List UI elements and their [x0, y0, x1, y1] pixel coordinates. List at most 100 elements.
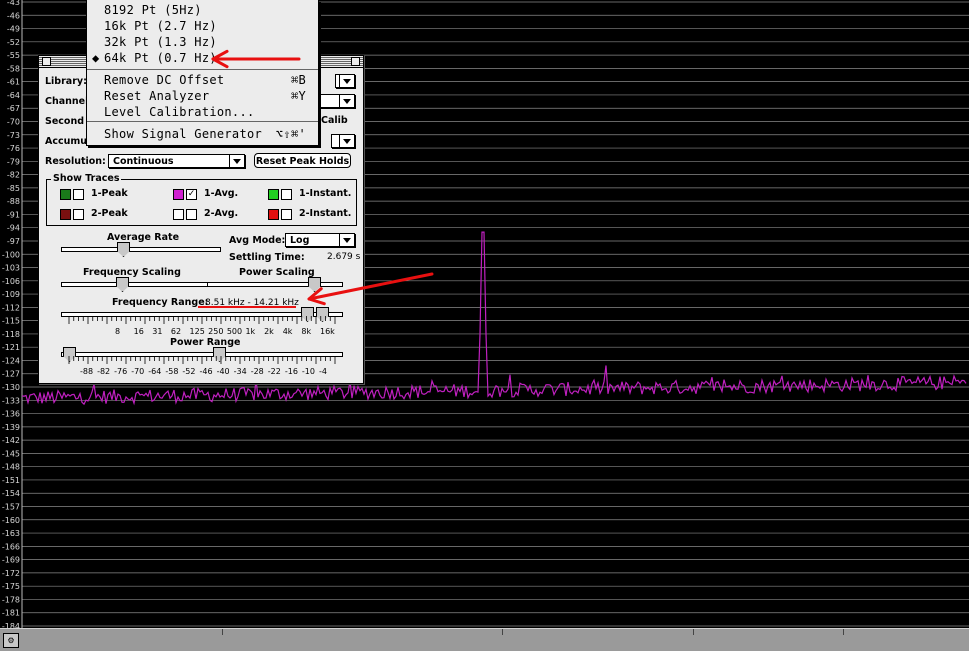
- trace-checkbox[interactable]: [281, 189, 292, 200]
- trace-color-swatch[interactable]: [268, 189, 279, 200]
- y-tick-label: -43: [7, 0, 20, 7]
- average-rate-thumb[interactable]: [117, 242, 130, 257]
- scale-label: -64: [148, 367, 162, 376]
- library-select[interactable]: [335, 74, 355, 88]
- y-tick-label: -157: [2, 503, 20, 512]
- menu-item-label: Level Calibration...: [104, 105, 255, 119]
- trace-checkbox[interactable]: [281, 209, 292, 220]
- y-tick-label: -115: [2, 317, 20, 326]
- calib-label: Calib: [321, 115, 348, 126]
- y-tick-label: -142: [2, 436, 20, 445]
- status-bar: ⚙: [0, 628, 969, 651]
- status-tick: [222, 629, 223, 635]
- y-tick-label: -118: [2, 330, 20, 339]
- avg-mode-select[interactable]: Log: [285, 233, 355, 247]
- menu-item[interactable]: Remove DC Offset ⌘B: [87, 72, 318, 88]
- scale-label: 125: [189, 327, 205, 336]
- channel-select[interactable]: [319, 94, 355, 108]
- y-tick-label: -166: [2, 542, 20, 551]
- resolution-menu: 8192 Pt (5Hz) 16k Pt (2.7 Hz) 32k Pt (1.3 …: [86, 0, 319, 146]
- trace-checkbox[interactable]: [73, 209, 84, 220]
- scale-label: -58: [165, 367, 179, 376]
- power-scaling-thumb[interactable]: [308, 277, 321, 292]
- check-icon: ◆: [92, 51, 100, 65]
- y-tick-label: -46: [7, 11, 20, 20]
- scale-label: 16: [133, 327, 144, 336]
- close-box-icon[interactable]: [42, 57, 51, 66]
- resolution-value: Continuous: [113, 156, 174, 167]
- scale-label: 1k: [245, 327, 256, 336]
- scale-label: 8k: [301, 327, 312, 336]
- trace-color-swatch[interactable]: [60, 209, 71, 220]
- trace-color-swatch[interactable]: [173, 209, 184, 220]
- trace-checkbox[interactable]: [73, 189, 84, 200]
- zoom-box-icon[interactable]: [351, 57, 360, 66]
- trace-color-swatch[interactable]: [60, 189, 71, 200]
- avg-mode-value: Log: [290, 235, 310, 246]
- resolution-select[interactable]: Continuous: [108, 154, 245, 168]
- menu-item[interactable]: Level Calibration...: [87, 104, 318, 120]
- menu-shortcut: ⌘Y: [290, 89, 306, 103]
- y-tick-label: -154: [2, 489, 20, 498]
- y-tick-label: -73: [7, 131, 20, 140]
- show-traces-label: Show Traces: [51, 173, 122, 184]
- reset-peak-holds-button[interactable]: Reset Peak Holds: [254, 153, 351, 168]
- menu-item[interactable]: Reset Analyzer ⌘Y: [87, 88, 318, 104]
- y-tick-label: -139: [2, 423, 20, 432]
- y-tick-label: -145: [2, 449, 20, 458]
- y-tick-label: -97: [7, 237, 20, 246]
- y-tick-label: -103: [2, 264, 20, 273]
- scale-label: 62: [170, 327, 182, 336]
- y-tick-label: -64: [7, 91, 20, 100]
- y-tick-label: -112: [2, 303, 20, 312]
- scale-label: 250: [208, 327, 224, 336]
- y-axis-labels: -43 -46 -49 -52 -55 -58 -61 -64 -67 -70 -73 -76 -79 -…: [2, 0, 20, 631]
- status-icon[interactable]: ⚙: [3, 633, 19, 648]
- scale-label: 500: [226, 327, 243, 336]
- y-tick-label: -100: [2, 250, 20, 259]
- menu-item[interactable]: 8192 Pt (5Hz): [87, 2, 318, 18]
- y-tick-label: -175: [2, 582, 20, 591]
- y-tick-label: -151: [2, 476, 20, 485]
- frequency-scaling-slider[interactable]: [61, 282, 213, 287]
- y-tick-label: -52: [7, 38, 20, 47]
- y-tick-label: -136: [2, 410, 20, 419]
- menu-item[interactable]: Show Signal Generator ⌥⇧⌘': [87, 126, 318, 142]
- status-tick: [502, 629, 503, 635]
- trace-checkbox[interactable]: ✓: [186, 189, 197, 200]
- menu-item[interactable]: 16k Pt (2.7 Hz): [87, 18, 318, 34]
- scale-label: -28: [250, 367, 264, 376]
- menu-separator: [87, 69, 318, 70]
- trace-color-swatch[interactable]: [268, 209, 279, 220]
- frequency-range-value: 8.51 kHz - 14.21 kHz: [205, 298, 299, 308]
- y-tick-label: -61: [7, 78, 20, 87]
- average-rate-label: Average Rate: [107, 232, 180, 243]
- y-tick-label: -160: [2, 516, 20, 525]
- trace-color-swatch[interactable]: [173, 189, 184, 200]
- trace-checkbox[interactable]: [186, 209, 197, 220]
- trace-label: 1-Instant.: [299, 188, 352, 199]
- status-tick: [843, 629, 844, 635]
- scale-label: -34: [233, 367, 247, 376]
- trace-label: 1-Peak: [91, 188, 128, 199]
- channel-label: Channel: [45, 96, 89, 107]
- scale-label: -4: [319, 367, 327, 376]
- y-tick-label: -163: [2, 529, 20, 538]
- y-tick-label: -106: [2, 277, 20, 286]
- y-tick-label: -85: [7, 184, 20, 193]
- average-rate-slider[interactable]: [61, 247, 221, 252]
- frequency-scaling-thumb[interactable]: [116, 277, 129, 292]
- power-scaling-label: Power Scaling: [239, 267, 315, 278]
- menu-item[interactable]: ◆ 64k Pt (0.7 Hz): [87, 50, 318, 66]
- menu-item[interactable]: 32k Pt (1.3 Hz): [87, 34, 318, 50]
- y-tick-label: -124: [2, 356, 20, 365]
- menu-item-label: 64k Pt (0.7 Hz): [104, 51, 217, 65]
- scale-label: -16: [284, 367, 298, 376]
- accumulate-select[interactable]: [331, 134, 355, 148]
- scale-label: 8: [115, 327, 121, 336]
- power-scaling-slider[interactable]: [207, 282, 343, 287]
- menu-item-label: 8192 Pt (5Hz): [104, 3, 202, 17]
- chevron-down-icon: [229, 155, 244, 167]
- y-tick-label: -109: [2, 290, 20, 299]
- menu-item-label: 32k Pt (1.3 Hz): [104, 35, 217, 49]
